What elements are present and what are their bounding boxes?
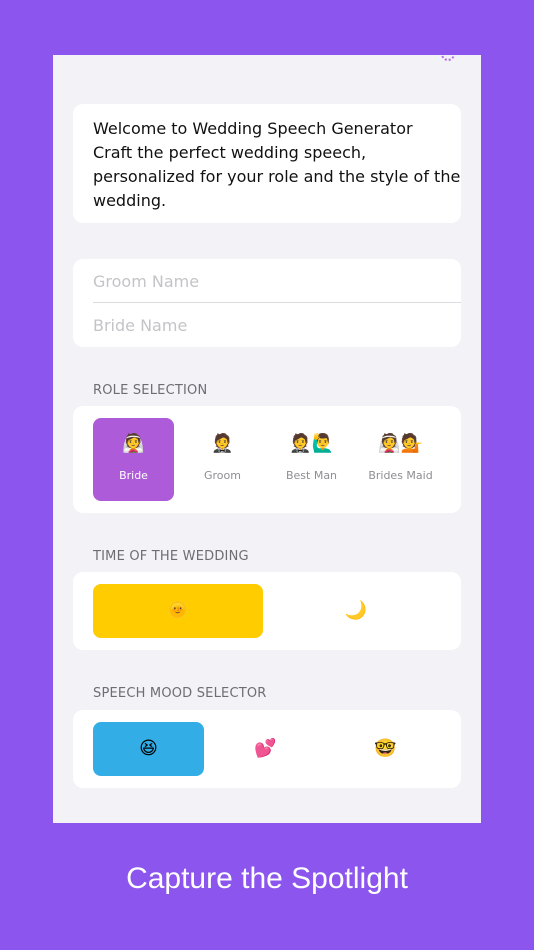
brides-maid-icon: 👰💁 — [378, 433, 423, 454]
two-hearts-icon: 💕 — [254, 738, 277, 759]
role-option-brides-maid[interactable]: 👰💁 Brides Maid — [360, 418, 441, 501]
night-option-button[interactable]: 🌙 — [271, 584, 441, 638]
moon-icon: 🌙 — [344, 600, 368, 621]
settings-gear-icon[interactable] — [441, 55, 455, 61]
role-label-bride: Bride — [119, 469, 148, 482]
groom-icon: 🤵 — [211, 433, 234, 454]
time-of-wedding-label: TIME OF THE WEDDING — [93, 549, 249, 564]
role-selection-label: ROLE SELECTION — [93, 383, 208, 398]
bride-name-input[interactable] — [93, 303, 461, 347]
romantic-mood-button[interactable]: 💕 — [210, 722, 321, 776]
day-option-button[interactable]: 🌞 — [93, 584, 263, 638]
time-selector: 🌞 🌙 — [73, 572, 461, 650]
nerd-face-icon: 🤓 — [374, 738, 397, 759]
welcome-text-line-2: personalized for your role and the style… — [93, 167, 461, 186]
bride-icon: 👰 — [122, 433, 145, 454]
nerdy-mood-button[interactable]: 🤓 — [330, 722, 441, 776]
laughing-face-icon: 😆 — [139, 738, 158, 759]
role-option-best-man[interactable]: 🤵🙋‍♂️ Best Man — [271, 418, 352, 501]
welcome-title: Welcome to Wedding Speech Generator — [93, 119, 413, 138]
groom-name-input[interactable] — [93, 259, 461, 303]
sun-icon: 🌞 — [166, 600, 190, 621]
names-form — [73, 259, 461, 347]
role-selector: 👰 Bride 🤵 Groom 🤵🙋‍♂️ Best Man 👰💁 Brides… — [73, 406, 461, 513]
role-label-groom: Groom — [204, 469, 241, 482]
welcome-text-line-1: Craft the perfect wedding speech, — [93, 143, 367, 162]
role-label-best-man: Best Man — [285, 469, 338, 482]
welcome-card: Welcome to Wedding Speech Generator Craf… — [73, 104, 461, 223]
app-screen: Welcome to Wedding Speech Generator Craf… — [53, 55, 481, 823]
mood-selector: 😆 💕 🤓 — [73, 710, 461, 788]
role-option-bride[interactable]: 👰 Bride — [93, 418, 174, 501]
role-label-brides-maid: Brides Maid — [368, 469, 433, 482]
best-man-icon: 🤵🙋‍♂️ — [289, 433, 334, 454]
welcome-text-line-3: wedding. — [93, 191, 167, 210]
speech-mood-label: SPEECH MOOD SELECTOR — [93, 686, 267, 701]
promo-caption: Capture the Spotlight — [126, 862, 408, 895]
funny-mood-button[interactable]: 😆 — [93, 722, 204, 776]
role-option-groom[interactable]: 🤵 Groom — [182, 418, 263, 501]
